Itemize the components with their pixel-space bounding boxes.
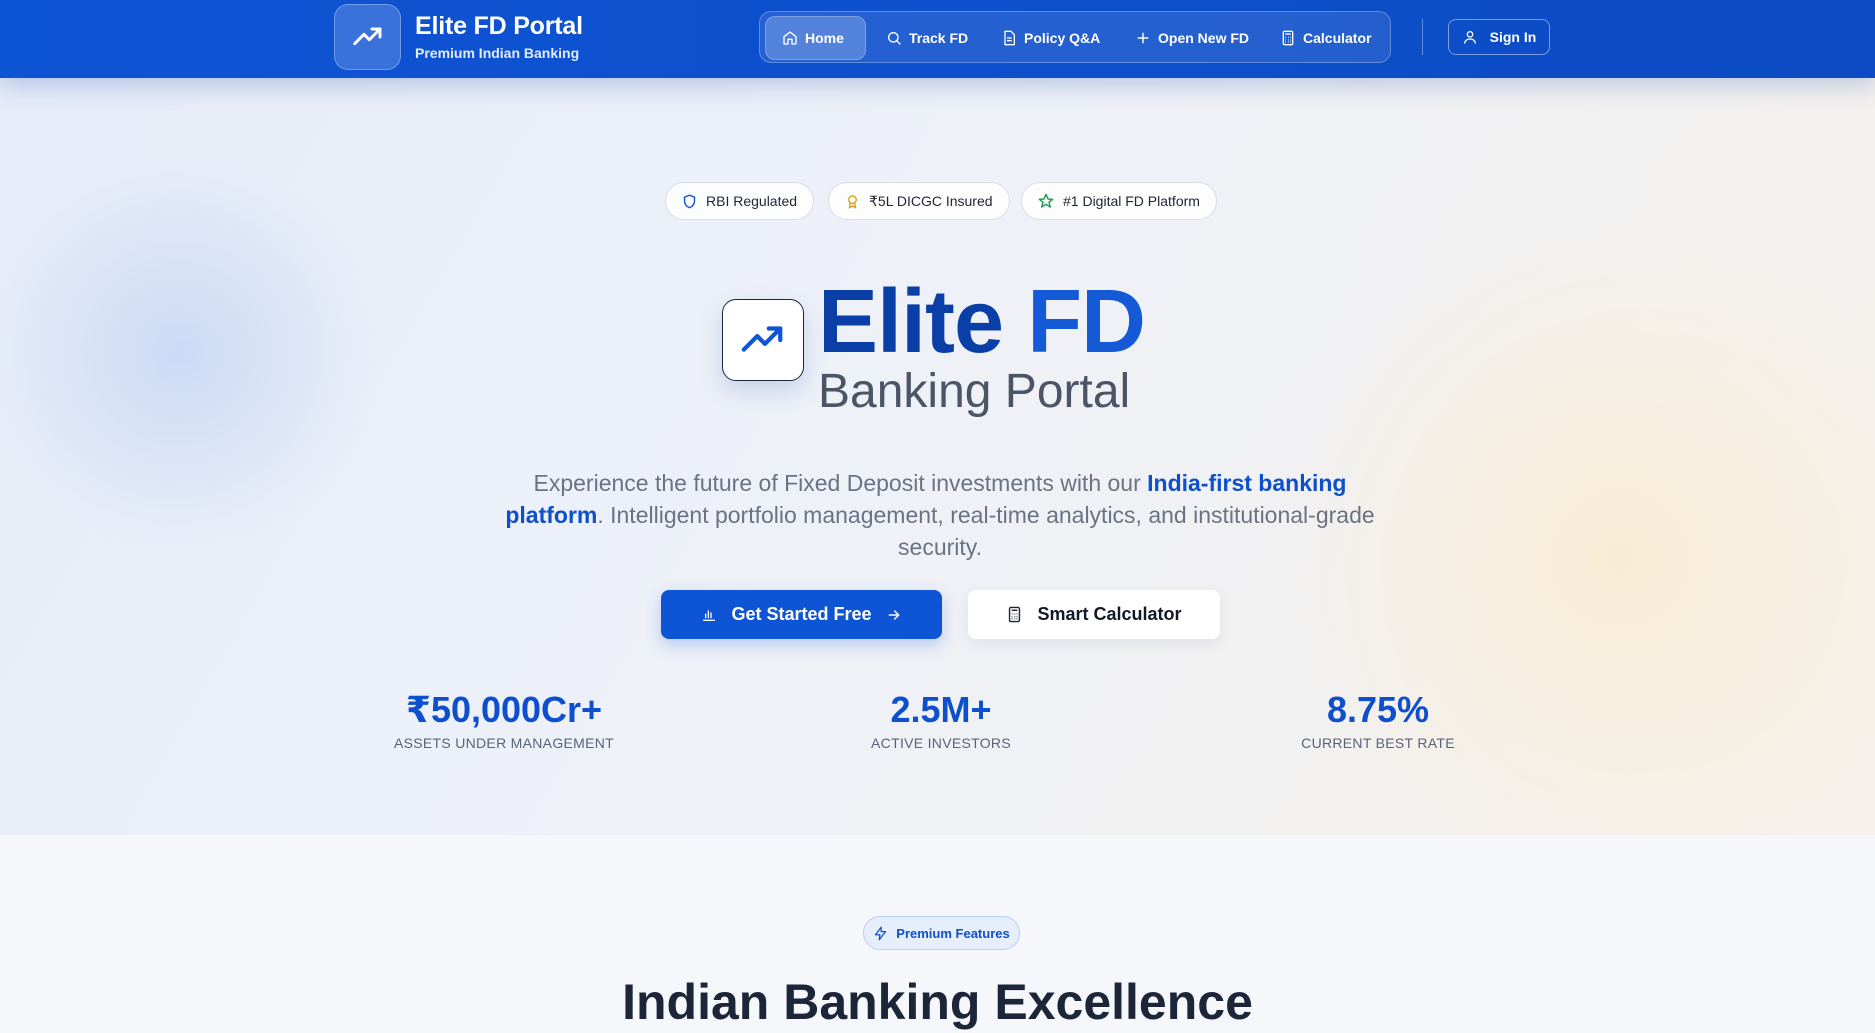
sign-in-label: Sign In — [1489, 29, 1537, 45]
stat-aum-value: ₹50,000Cr+ — [405, 689, 603, 730]
nav-open-new-fd[interactable]: Open New FD — [1125, 16, 1259, 60]
plus-icon — [1137, 32, 1149, 44]
user-icon — [1463, 31, 1476, 44]
premium-features-pill: Premium Features — [863, 916, 1020, 950]
lightning-icon — [875, 926, 887, 940]
shield-icon — [683, 194, 696, 208]
nav-home-label: Home — [805, 30, 844, 46]
hero-subtitle: Banking Portal — [818, 365, 1131, 418]
search-icon — [888, 32, 901, 45]
stat-investors-label: ACTIVE INVESTORS — [871, 735, 1011, 752]
brand-subtitle: Premium Indian Banking — [415, 45, 580, 61]
features-section: Premium Features Indian Banking Excellen… — [0, 835, 1875, 1033]
hero-section: RBI Regulated ₹5L DICGC Insured #1 Digit… — [0, 78, 1875, 835]
stat-best-rate: 8.75% CURRENT BEST RATE — [1218, 688, 1538, 751]
stat-aum: ₹50,000Cr+ ASSETS UNDER MANAGEMENT — [344, 688, 664, 751]
smart-calculator-button[interactable]: Smart Calculator — [968, 590, 1220, 639]
arrow-right-icon — [888, 609, 899, 620]
star-icon — [1038, 193, 1054, 208]
nav-home[interactable]: Home — [765, 16, 866, 60]
nav-policy-qa-label: Policy Q&A — [1024, 30, 1101, 46]
bar-chart-icon — [703, 609, 716, 621]
smart-calculator-label: Smart Calculator — [1037, 604, 1182, 624]
badge-rbi-label: RBI Regulated — [706, 193, 798, 209]
stat-investors-value: 2.5M+ — [890, 689, 992, 730]
nav-open-new-fd-label: Open New FD — [1158, 30, 1250, 46]
hero-title: Elite FD — [818, 268, 1146, 376]
calculator-icon — [1282, 30, 1294, 46]
hero-title-main: Elite — [818, 272, 1028, 372]
nav-calculator-label: Calculator — [1303, 30, 1372, 46]
nav-policy-qa[interactable]: Policy Q&A — [991, 16, 1110, 60]
features-title: Indian Banking Excellence — [622, 974, 1253, 1030]
home-icon — [783, 31, 797, 45]
nav-track-fd-label: Track FD — [909, 30, 969, 46]
main-nav: Home Track FD Policy Q&A Open New FD Cal… — [759, 11, 1391, 63]
stat-best-rate-label: CURRENT BEST RATE — [1301, 735, 1455, 752]
nav-divider — [1422, 19, 1423, 55]
nav-calculator[interactable]: Calculator — [1270, 16, 1381, 60]
badge-rbi-regulated: RBI Regulated — [665, 182, 815, 220]
brand-logo[interactable] — [334, 4, 401, 70]
badge-dicgc-insured: ₹5L DICGC Insured — [828, 182, 1010, 220]
premium-features-label: Premium Features — [896, 925, 1010, 941]
stat-investors: 2.5M+ ACTIVE INVESTORS — [781, 688, 1101, 751]
badge-dicgc-label: ₹5L DICGC Insured — [869, 192, 993, 209]
trending-up-icon — [741, 326, 783, 352]
hero-desc-before: Experience the future of Fixed Deposit i… — [533, 470, 1148, 496]
stat-best-rate-value: 8.75% — [1326, 689, 1430, 730]
document-icon — [1004, 30, 1015, 46]
get-started-button[interactable]: Get Started Free — [661, 590, 942, 639]
nav-track-fd[interactable]: Track FD — [876, 16, 978, 60]
award-icon — [848, 194, 857, 208]
hero-description: Experience the future of Fixed Deposit i… — [490, 467, 1390, 563]
brand-title[interactable]: Elite FD Portal — [415, 12, 583, 41]
top-navbar: Elite FD Portal Premium Indian Banking H… — [0, 0, 1875, 78]
hero-title-accent: FD — [1027, 272, 1146, 372]
hero-logo — [722, 299, 804, 381]
calculator-icon — [1009, 606, 1021, 623]
stat-aum-label: ASSETS UNDER MANAGEMENT — [393, 735, 615, 752]
badge-digital-platform: #1 Digital FD Platform — [1021, 182, 1217, 220]
get-started-label: Get Started Free — [731, 604, 872, 624]
hero-desc-after: . Intelligent portfolio management, real… — [597, 502, 1375, 560]
badge-digital-label: #1 Digital FD Platform — [1063, 193, 1200, 209]
sign-in-button[interactable]: Sign In — [1448, 19, 1550, 55]
trending-up-icon — [352, 27, 381, 46]
